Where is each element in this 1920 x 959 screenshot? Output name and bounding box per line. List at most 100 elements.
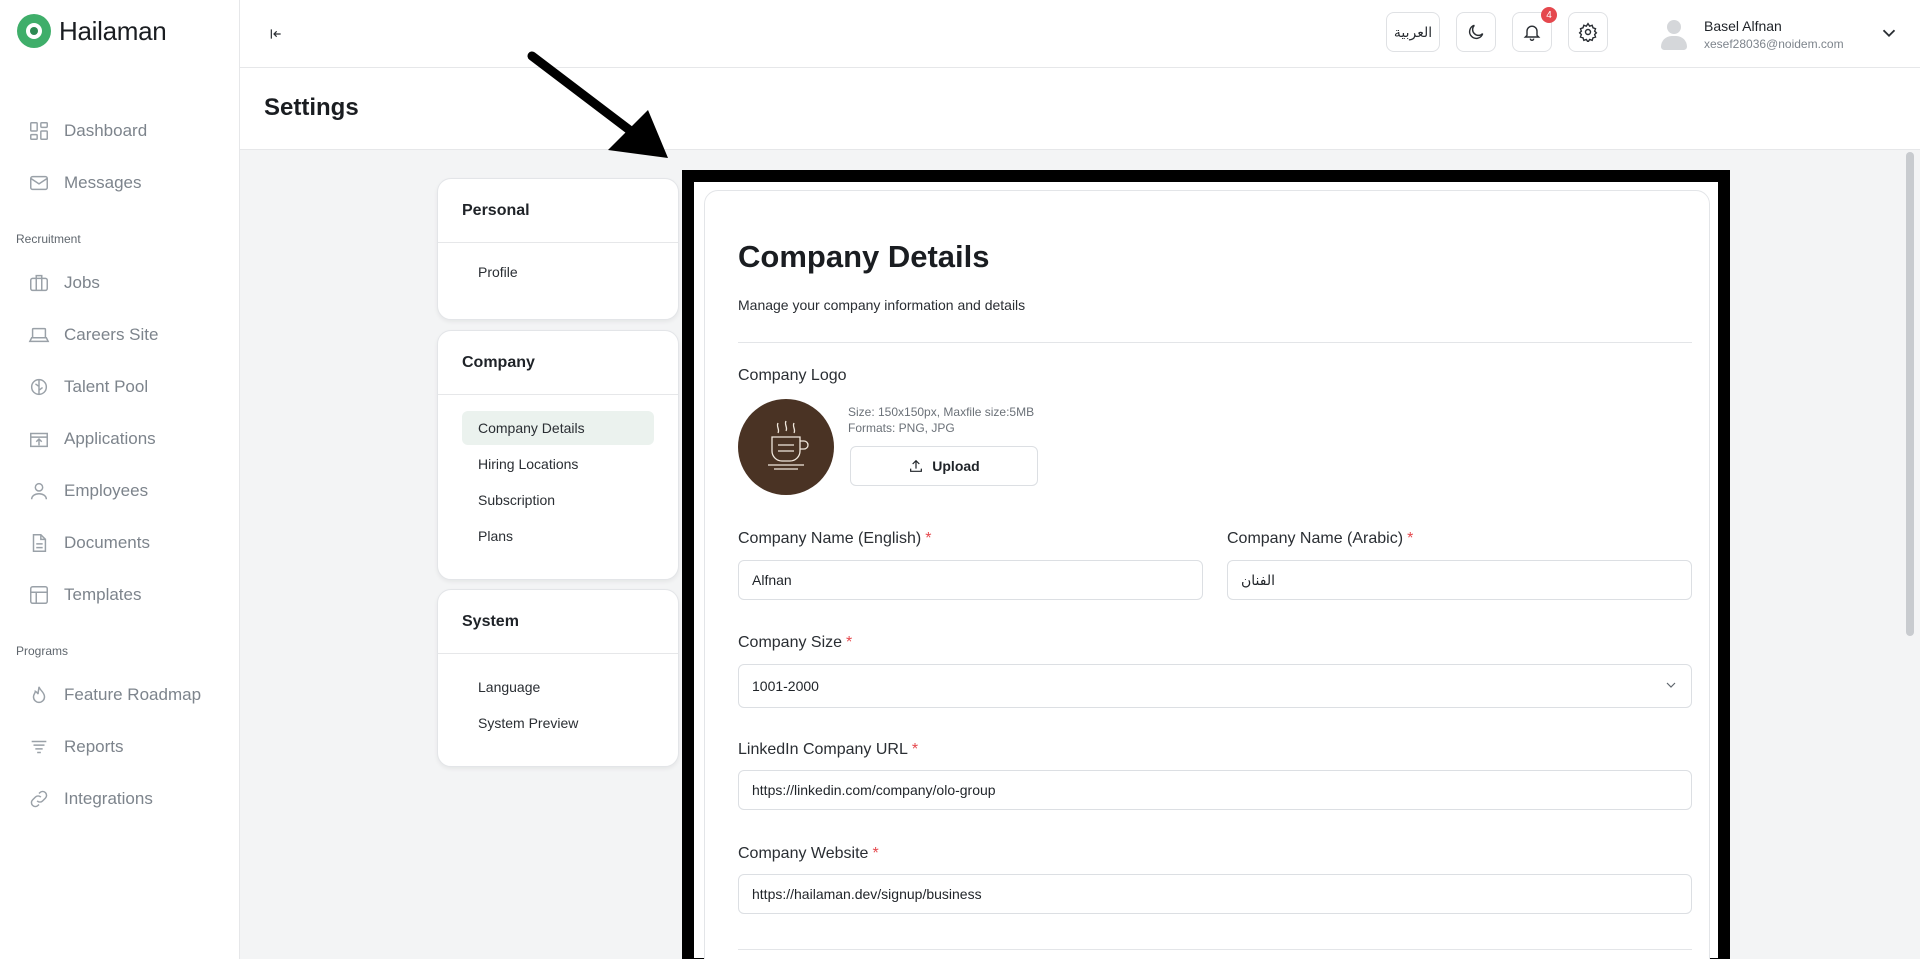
moon-icon: [1468, 24, 1484, 40]
label-text: LinkedIn Company URL: [738, 741, 908, 758]
sidebar-item-integrations[interactable]: Integrations: [28, 784, 153, 814]
label-text: Company Size: [738, 634, 843, 651]
settings-link-subscription[interactable]: Subscription: [462, 483, 654, 517]
settings-card-personal: Personal Profile: [437, 178, 679, 320]
form-title: Company Details: [738, 239, 990, 274]
company-name-ar-input[interactable]: الفنان: [1227, 560, 1692, 600]
settings-link-system-preview[interactable]: System Preview: [462, 706, 654, 740]
select-value: 1001-2000: [752, 678, 819, 694]
sidebar-item-employees[interactable]: Employees: [28, 476, 148, 506]
company-website-input[interactable]: https://hailaman.dev/signup/business: [738, 874, 1692, 914]
brand-logo[interactable]: Hailaman: [17, 14, 167, 48]
user-menu[interactable]: Basel Alfnan xesef28036@noidem.com: [1660, 12, 1900, 56]
sidebar-item-talent-pool[interactable]: Talent Pool: [28, 372, 148, 402]
dashboard-icon: [30, 122, 48, 140]
sidebar-item-label: Dashboard: [64, 121, 148, 140]
annotation-arrow-icon: [527, 51, 668, 158]
laptop-icon: [28, 327, 50, 343]
settings-link-plans[interactable]: Plans: [462, 519, 654, 553]
settings-button[interactable]: [1568, 12, 1608, 52]
required-marker: *: [846, 634, 853, 651]
required-marker: *: [911, 741, 919, 758]
company-website-label: Company Website *: [738, 845, 879, 863]
sidebar-item-reports[interactable]: Reports: [28, 732, 124, 762]
settings-card-company: Company Company Details Hiring Locations…: [437, 330, 679, 580]
card-title: Personal: [438, 179, 678, 243]
chevron-down-icon: [1663, 677, 1679, 693]
nav-section-recruitment: Recruitment: [16, 232, 81, 246]
sidebar-item-messages[interactable]: Messages: [28, 168, 141, 198]
collapse-sidebar-button[interactable]: [264, 22, 288, 46]
user-name: Basel Alfnan: [1704, 17, 1782, 34]
sidebar-item-label: Feature Roadmap: [64, 685, 202, 704]
page-title: Settings: [264, 94, 359, 121]
filter-lines-icon: [31, 740, 47, 754]
bell-icon: [1523, 25, 1541, 41]
flame-icon: [32, 686, 46, 703]
logo-formats-hint: Formats: PNG, JPG: [848, 421, 955, 435]
settings-card-system: System Language System Preview: [437, 589, 679, 767]
settings-link-profile[interactable]: Profile: [462, 255, 654, 289]
chevron-down-icon[interactable]: [1878, 22, 1900, 44]
theme-toggle-button[interactable]: [1456, 12, 1496, 52]
sidebar-item-label: Reports: [64, 737, 124, 756]
brand-name: Hailaman: [59, 15, 167, 46]
upload-logo-button[interactable]: Upload: [850, 446, 1038, 486]
sidebar-item-label: Integrations: [64, 789, 153, 808]
company-name-en-input[interactable]: Alfnan: [738, 560, 1203, 600]
briefcase-icon: [30, 274, 48, 292]
sidebar-item-templates[interactable]: Templates: [28, 580, 141, 610]
company-name-ar-label: Company Name (Arabic) *: [1227, 530, 1413, 548]
form-subtitle: Manage your company information and deta…: [738, 297, 1026, 313]
page-scrollbar[interactable]: [1905, 152, 1915, 952]
company-details-panel: Company Details Manage your company info…: [704, 190, 1710, 959]
link-icon: [30, 790, 48, 808]
company-logo-image[interactable]: [738, 399, 834, 495]
sidebar-item-label: Talent Pool: [64, 377, 149, 396]
company-size-label: Company Size *: [738, 634, 852, 652]
company-logo-label: Company Logo: [738, 367, 847, 384]
sidebar-item-feature-roadmap[interactable]: Feature Roadmap: [28, 680, 201, 710]
inbox-upload-icon: [30, 432, 48, 448]
highlight-frame: Company Details Manage your company info…: [682, 170, 1730, 959]
sidebar-item-label: Employees: [64, 481, 149, 500]
notifications-button[interactable]: 4: [1512, 7, 1557, 52]
sidebar-item-label: Templates: [64, 585, 142, 604]
card-title: Company: [438, 331, 678, 395]
sidebar-item-careers-site[interactable]: Careers Site: [28, 320, 158, 350]
upload-icon: [910, 459, 923, 472]
card-title: System: [438, 590, 678, 654]
sidebar-item-label: Documents: [64, 533, 150, 552]
gear-icon: [1578, 22, 1598, 42]
upload-button-label: Upload: [932, 458, 980, 474]
avatar: [1660, 16, 1688, 52]
nav-section-programs: Programs: [16, 644, 69, 658]
company-size-select[interactable]: 1001-2000: [738, 664, 1692, 708]
label-text: Company Name (Arabic): [1227, 530, 1404, 547]
settings-link-hiring-locations[interactable]: Hiring Locations: [462, 447, 654, 481]
settings-link-language[interactable]: Language: [462, 670, 654, 704]
required-marker: *: [872, 845, 879, 862]
sidebar-item-documents[interactable]: Documents: [28, 528, 150, 558]
sidebar-item-applications[interactable]: Applications: [28, 424, 156, 454]
brand-mark-icon: [17, 14, 51, 48]
user-icon: [30, 482, 48, 500]
settings-link-company-details[interactable]: Company Details: [462, 411, 654, 445]
sidebar-item-dashboard[interactable]: Dashboard: [28, 116, 147, 146]
mail-icon: [30, 175, 48, 191]
label-text: Company Website: [738, 845, 869, 862]
language-toggle-button[interactable]: العربية: [1386, 12, 1440, 52]
linkedin-url-input[interactable]: https://linkedin.com/company/olo-group: [738, 770, 1692, 810]
page-header: Settings: [240, 68, 1920, 150]
sidebar-item-label: Applications: [64, 429, 156, 448]
label-text: Company Name (English): [738, 530, 922, 547]
company-name-en-label: Company Name (English) *: [738, 530, 931, 548]
sidebar-item-jobs[interactable]: Jobs: [28, 268, 100, 298]
divider: [738, 342, 1692, 343]
required-marker: *: [1407, 530, 1414, 547]
user-email: xesef28036@noidem.com: [1704, 36, 1844, 51]
required-marker: *: [925, 530, 932, 547]
sidebar: Hailaman Dashboard Messages Recruitment …: [0, 0, 240, 959]
brain-icon: [30, 378, 48, 396]
scrollbar-thumb[interactable]: [1906, 152, 1914, 636]
